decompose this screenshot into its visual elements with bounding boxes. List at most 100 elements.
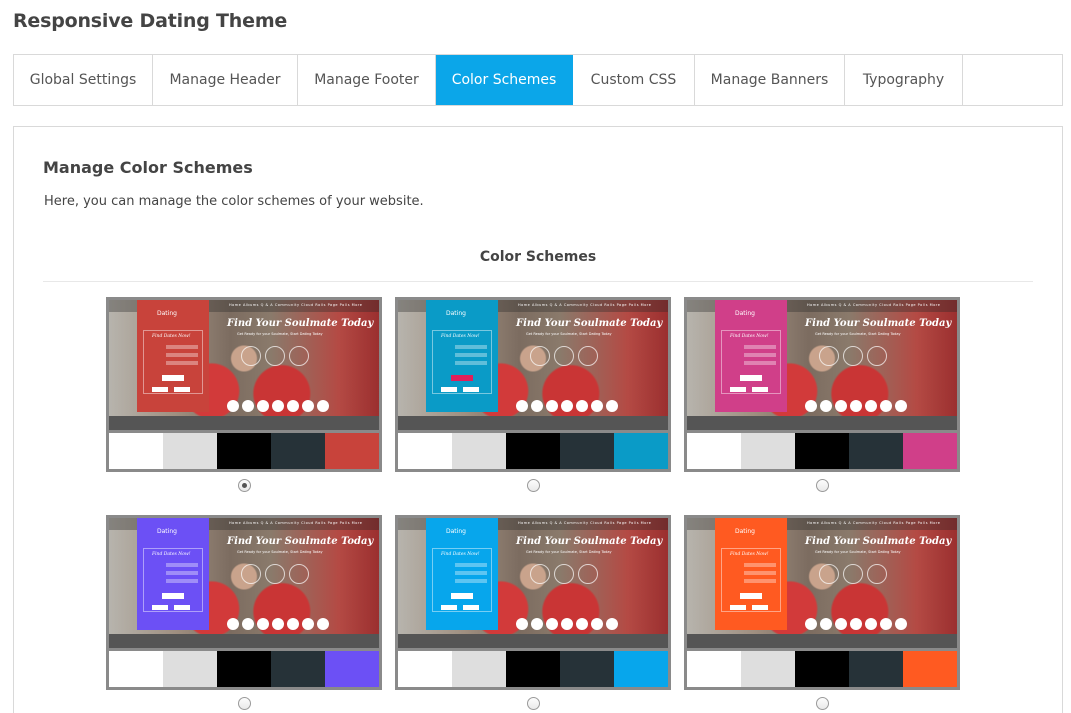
preview-member-dot: [302, 618, 314, 630]
preview-field: [744, 345, 776, 349]
scheme-preview-thumbnail[interactable]: Home Albums Q & A Community Cloud Rolls …: [106, 515, 382, 690]
preview-member-dot: [895, 400, 907, 412]
swatch-black: [506, 651, 560, 687]
tab-manage-footer[interactable]: Manage Footer: [298, 55, 436, 105]
preview-form-title: Find Dates Now!: [441, 552, 480, 557]
preview-field: [166, 563, 198, 567]
preview-member-dot: [561, 400, 573, 412]
scheme-radio-button[interactable]: [238, 479, 251, 492]
tab-bar-filler: [963, 55, 1062, 105]
preview-member-dot: [865, 400, 877, 412]
preview-hero-text: Find Your Soulmate Today: [805, 536, 952, 547]
scheme-swatches: [398, 648, 668, 687]
color-scheme-option-1[interactable]: Home Albums Q & A Community Cloud Rolls …: [106, 297, 382, 492]
scheme-preview-thumbnail[interactable]: Home Albums Q & A Community Cloud Rolls …: [395, 297, 671, 472]
color-scheme-option-4[interactable]: Home Albums Q & A Community Cloud Rolls …: [106, 515, 382, 710]
preview-field: [166, 571, 198, 575]
preview-bottombar: [398, 416, 668, 430]
preview-icon: [289, 564, 309, 584]
preview-member-dot: [880, 618, 892, 630]
color-scheme-option-2[interactable]: Home Albums Q & A Community Cloud Rolls …: [395, 297, 671, 492]
preview-member-dot: [850, 618, 862, 630]
preview-member-dot: [272, 618, 284, 630]
preview-field: [744, 353, 776, 357]
preview-form: Find Dates Now!: [432, 330, 492, 394]
preview-member-dot: [516, 400, 528, 412]
scheme-preview-thumbnail[interactable]: Home Albums Q & A Community Cloud Rolls …: [395, 515, 671, 690]
preview-icon: [530, 564, 550, 584]
preview-nav: Home Albums Q & A Community Cloud Rolls …: [518, 521, 652, 525]
swatch-accent: [614, 651, 668, 687]
preview-member-dot: [257, 618, 269, 630]
scheme-radio-button[interactable]: [816, 697, 829, 710]
preview-button: [451, 593, 473, 599]
preview-nav: Home Albums Q & A Community Cloud Rolls …: [229, 521, 363, 525]
scheme-radio-button[interactable]: [527, 697, 540, 710]
preview-icon: [843, 564, 863, 584]
preview-member-dot: [835, 400, 847, 412]
preview-logo: Dating: [735, 528, 755, 535]
section-title: Color Schemes: [479, 249, 597, 265]
preview-nav: Home Albums Q & A Community Cloud Rolls …: [807, 521, 941, 525]
scheme-preview-thumbnail[interactable]: Home Albums Q & A Community Cloud Rolls …: [106, 297, 382, 472]
swatch-black: [217, 651, 271, 687]
swatch-accent: [903, 433, 957, 469]
scheme-preview-thumbnail[interactable]: Home Albums Q & A Community Cloud Rolls …: [684, 515, 960, 690]
swatch-charcoal: [560, 651, 614, 687]
color-scheme-option-5[interactable]: Home Albums Q & A Community Cloud Rolls …: [395, 515, 671, 710]
preview-button: [162, 375, 184, 381]
preview-member-dot: [516, 618, 528, 630]
preview-form: Find Dates Now!: [432, 548, 492, 612]
swatch-black: [217, 433, 271, 469]
preview-form: Find Dates Now!: [143, 330, 203, 394]
preview-bottombar: [398, 634, 668, 648]
scheme-radio-button[interactable]: [527, 479, 540, 492]
preview-icon: [578, 564, 598, 584]
scheme-radio-button[interactable]: [816, 479, 829, 492]
tab-global-settings[interactable]: Global Settings: [14, 55, 153, 105]
tab-color-schemes[interactable]: Color Schemes: [436, 55, 573, 105]
page-title: Responsive Dating Theme: [13, 10, 288, 32]
preview-field: [166, 579, 198, 583]
preview-icon: [554, 564, 574, 584]
preview-field: [166, 345, 198, 349]
preview-pill: [463, 387, 479, 392]
preview-icon: [843, 346, 863, 366]
tab-custom-css[interactable]: Custom CSS: [573, 55, 695, 105]
swatch-light-gray: [452, 651, 506, 687]
preview-member-dot: [302, 400, 314, 412]
scheme-swatches: [687, 430, 957, 469]
preview-form: Find Dates Now!: [143, 548, 203, 612]
preview-member-dot: [546, 618, 558, 630]
swatch-accent: [903, 651, 957, 687]
preview-field: [455, 345, 487, 349]
preview-icon: [554, 346, 574, 366]
section-divider: [43, 281, 1033, 282]
preview-member-dot: [606, 618, 618, 630]
preview-pill: [752, 605, 768, 610]
swatch-white: [109, 433, 163, 469]
swatch-light-gray: [163, 433, 217, 469]
preview-sidebar: Dating Find Dates Now!: [715, 518, 787, 630]
panel-description: Here, you can manage the color schemes o…: [44, 194, 424, 209]
preview-pill: [174, 387, 190, 392]
scheme-preview-thumbnail[interactable]: Home Albums Q & A Community Cloud Rolls …: [684, 297, 960, 472]
scheme-swatches: [687, 648, 957, 687]
tab-manage-header[interactable]: Manage Header: [153, 55, 298, 105]
preview-icon: [530, 346, 550, 366]
tab-manage-banners[interactable]: Manage Banners: [695, 55, 845, 105]
swatch-charcoal: [849, 433, 903, 469]
preview-member-dot: [865, 618, 877, 630]
preview-member-dot: [576, 618, 588, 630]
color-scheme-option-6[interactable]: Home Albums Q & A Community Cloud Rolls …: [684, 515, 960, 710]
preview-member-dot: [880, 400, 892, 412]
preview-field: [455, 571, 487, 575]
preview-form: Find Dates Now!: [721, 330, 781, 394]
preview-nav: Home Albums Q & A Community Cloud Rolls …: [229, 303, 363, 307]
preview-field: [166, 361, 198, 365]
tab-typography[interactable]: Typography: [845, 55, 963, 105]
scheme-radio-button[interactable]: [238, 697, 251, 710]
preview-member-dot: [895, 618, 907, 630]
preview-member-dot: [317, 618, 329, 630]
color-scheme-option-3[interactable]: Home Albums Q & A Community Cloud Rolls …: [684, 297, 960, 492]
